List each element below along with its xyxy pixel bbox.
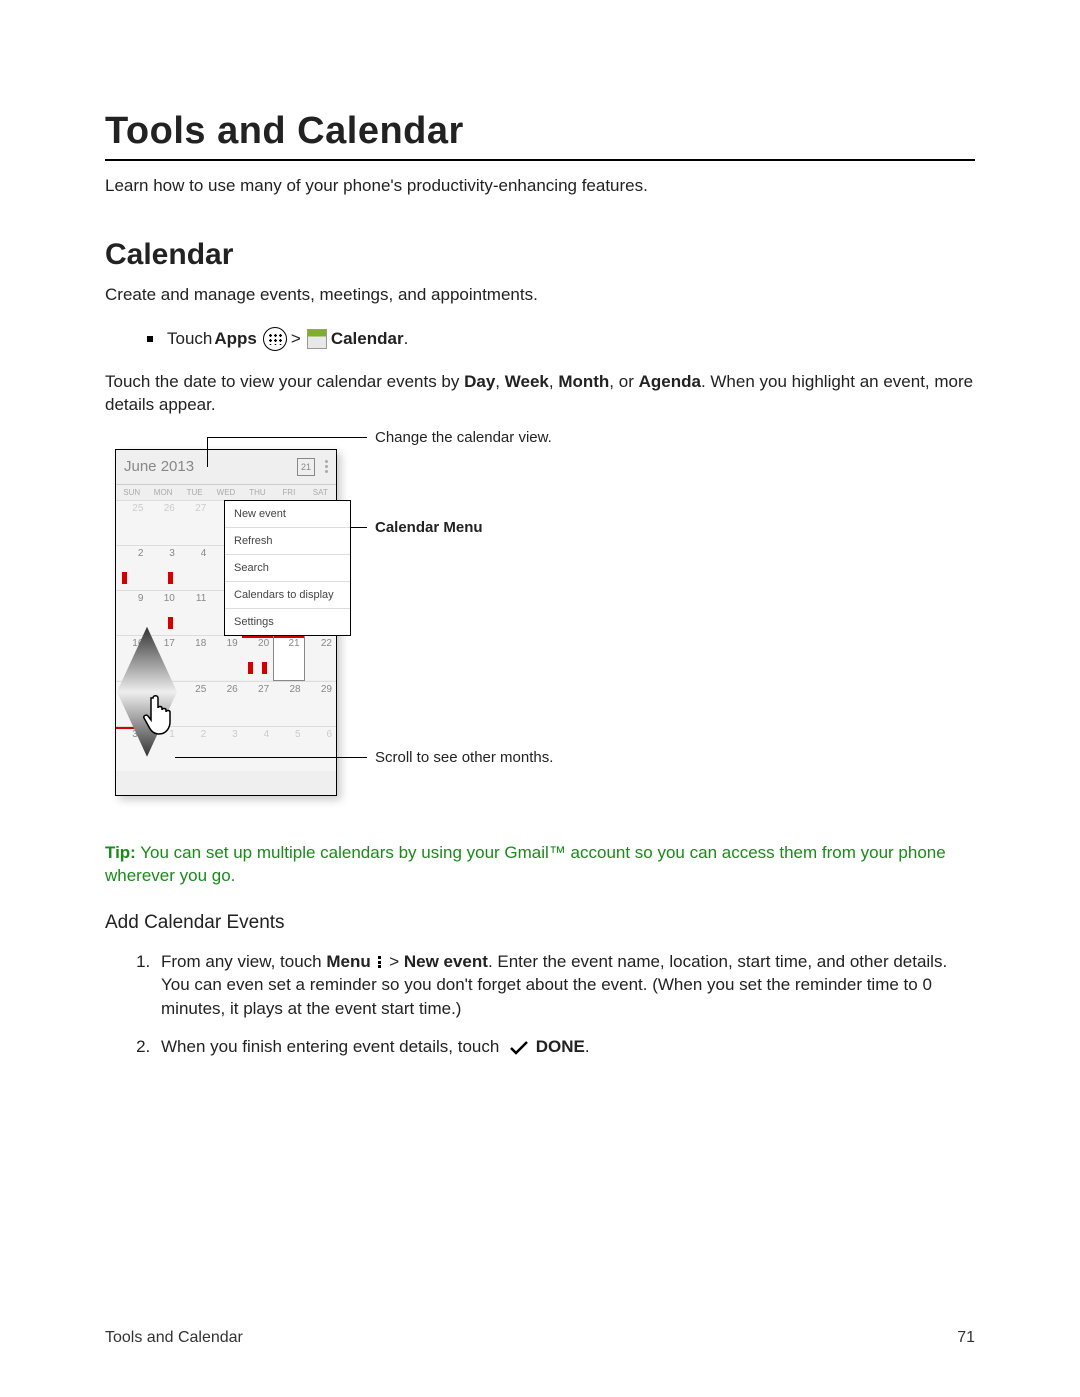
page-number: 71 [957,1329,975,1347]
vagenda: Agenda [639,372,701,391]
cal-cell: 29 [305,681,336,726]
step-1: From any view, touch Menu > New event. E… [155,950,975,1021]
vweek: Week [505,372,549,391]
cal-cell: 22 [305,635,336,680]
dow: TUE [179,488,210,500]
menu-item: Settings [225,609,350,635]
steps-list: From any view, touch Menu > New event. E… [105,950,975,1059]
vmonth: Month [558,372,609,391]
intro-text: Learn how to use many of your phone's pr… [105,175,975,198]
footer-title: Tools and Calendar [105,1329,243,1347]
dow: WED [210,488,241,500]
bullet-icon [147,336,153,342]
cal-cell: 20 [242,635,273,680]
callout-change-view: Change the calendar view. [375,429,552,446]
step-2: When you finish entering event details, … [155,1035,975,1059]
vday: Day [464,372,495,391]
launch-instruction: Touch Apps > Calendar . [147,327,975,351]
cal-cell-today: 21 [273,635,304,681]
menu-item: Search [225,555,350,582]
check-icon [510,1041,528,1055]
cal-cell: 26 [210,681,241,726]
tip-label: Tip: [105,843,136,862]
apps-icon [263,327,287,351]
done-label: DONE [536,1037,585,1056]
dow: SUN [116,488,147,500]
new-event-label: New event [404,952,488,971]
dow-row: SUN MON TUE WED THU FRI SAT [116,485,336,500]
calendar-figure: June 2013 21 SUN MON TUE WED THU FRI SAT… [105,437,725,817]
callout-menu: Calendar Menu [375,519,483,536]
vc2: , [549,372,558,391]
page-title: Tools and Calendar [105,110,975,153]
cal-cell: 27 [179,500,210,545]
cal-cell: 2 [116,545,147,590]
calendar-menu-popup: New event Refresh Search Calendars to di… [224,500,351,636]
cal-cell: 3 [210,726,241,771]
leader-line [175,757,367,758]
menu-label: Menu [326,952,370,971]
cal-cell: 4 [242,726,273,771]
period: . [404,329,409,349]
calendar-app-icon [307,329,327,349]
vc1: , [495,372,504,391]
s1sep: > [384,952,403,971]
cal-cell: 5 [273,726,304,771]
sep1: > [291,329,301,349]
cal-cell: 26 [147,500,178,545]
hand-icon [139,692,179,736]
s2b: . [585,1037,590,1056]
tip-body: You can set up multiple calendars by usi… [105,843,946,885]
calendar-header: June 2013 21 [116,450,336,485]
calendar-label: Calendar [331,329,404,349]
s1a: From any view, touch [161,952,326,971]
s2a: When you finish entering event details, … [161,1037,504,1056]
scroll-gesture-icon [117,622,187,767]
menu-item: Calendars to display [225,582,350,609]
cal-cell: 19 [210,635,241,680]
section-heading: Calendar [105,238,975,272]
menu-item: New event [225,501,350,528]
page-footer: Tools and Calendar 71 [105,1329,975,1347]
tip-text: Tip: You can set up multiple calendars b… [105,842,975,888]
leader-line [207,437,367,438]
vc3: , or [609,372,638,391]
menu-dots-icon [378,956,381,968]
title-rule [105,159,975,161]
view-instruction: Touch the date to view your calendar eve… [105,371,975,417]
callout-scroll: Scroll to see other months. [375,749,553,766]
cal-cell: 27 [242,681,273,726]
month-label: June 2013 [124,458,194,475]
menu-icon [325,460,328,473]
add-events-heading: Add Calendar Events [105,912,975,934]
cal-cell: 28 [273,681,304,726]
leader-line [207,437,208,467]
cal-cell: 25 [116,500,147,545]
today-icon: 21 [297,458,315,476]
cal-cell: 3 [147,545,178,590]
dow: THU [242,488,273,500]
menu-item: Refresh [225,528,350,555]
dow: SAT [305,488,336,500]
cal-cell: 4 [179,545,210,590]
cal-cell: 6 [305,726,336,771]
dow: FRI [273,488,304,500]
vt1: Touch the date to view your calendar eve… [105,372,464,391]
touch-text: Touch [167,329,212,349]
apps-label: Apps [214,329,257,349]
dow: MON [147,488,178,500]
section-desc: Create and manage events, meetings, and … [105,284,975,307]
